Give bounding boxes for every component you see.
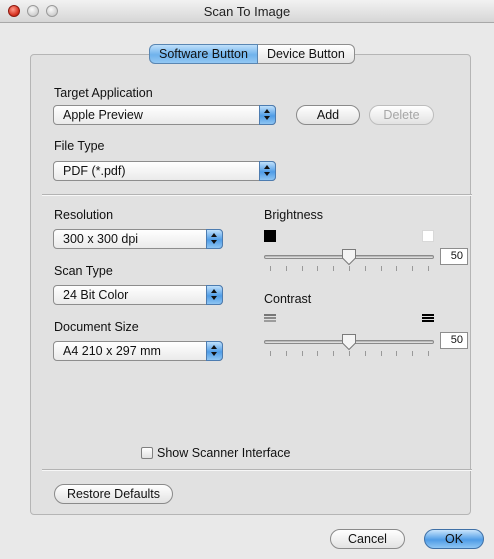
- document-size-value: A4 210 x 297 mm: [63, 344, 161, 358]
- target-application-value: Apple Preview: [63, 108, 143, 122]
- popup-arrows-icon: [259, 161, 276, 181]
- slider-tick: [317, 351, 318, 356]
- brightness-value-field[interactable]: 50: [440, 248, 468, 265]
- delete-button[interactable]: Delete: [369, 105, 434, 125]
- slider-tick: [317, 266, 318, 271]
- restore-defaults-button[interactable]: Restore Defaults: [54, 484, 173, 504]
- contrast-value-field[interactable]: 50: [440, 332, 468, 349]
- divider: [42, 469, 472, 471]
- white-square-icon: [422, 230, 434, 242]
- document-size-label: Document Size: [54, 320, 139, 334]
- slider-tick: [412, 351, 413, 356]
- slider-tick: [286, 351, 287, 356]
- slider-tick: [428, 266, 429, 271]
- slider-tick: [270, 351, 271, 356]
- cancel-button[interactable]: Cancel: [330, 529, 405, 549]
- brightness-slider-ticks: [264, 266, 434, 271]
- add-button[interactable]: Add: [296, 105, 360, 125]
- popup-arrows-icon: [259, 105, 276, 125]
- slider-tick: [396, 351, 397, 356]
- title-bar: Scan To Image: [0, 0, 494, 23]
- contrast-slider-ticks: [264, 351, 434, 356]
- slider-tick: [428, 351, 429, 356]
- slider-tick: [333, 266, 334, 271]
- slider-tick: [302, 266, 303, 271]
- tab-device-button[interactable]: Device Button: [257, 44, 355, 64]
- low-contrast-icon: [264, 314, 276, 325]
- popup-arrows-icon: [206, 285, 223, 305]
- scan-type-value: 24 Bit Color: [63, 288, 129, 302]
- high-contrast-icon: [422, 314, 434, 325]
- tab-bar: Software Button Device Button: [149, 44, 355, 64]
- slider-tick: [381, 351, 382, 356]
- contrast-label: Contrast: [264, 292, 312, 306]
- slider-tick: [365, 351, 366, 356]
- slider-tick: [286, 266, 287, 271]
- slider-tick: [365, 266, 366, 271]
- resolution-popup[interactable]: 300 x 300 dpi: [53, 229, 223, 249]
- black-square-icon: [264, 230, 276, 242]
- target-application-popup[interactable]: Apple Preview: [53, 105, 276, 125]
- slider-tick: [381, 266, 382, 271]
- resolution-label: Resolution: [54, 208, 114, 222]
- divider: [42, 194, 472, 196]
- scan-type-popup[interactable]: 24 Bit Color: [53, 285, 223, 305]
- contrast-slider-thumb[interactable]: [341, 333, 357, 351]
- document-size-popup[interactable]: A4 210 x 297 mm: [53, 341, 223, 361]
- scan-type-label: Scan Type: [54, 264, 113, 278]
- popup-arrows-icon: [206, 341, 223, 361]
- window-title: Scan To Image: [203, 4, 291, 19]
- brightness-label: Brightness: [264, 208, 324, 222]
- slider-tick: [349, 351, 350, 356]
- slider-tick: [412, 266, 413, 271]
- show-scanner-interface-label[interactable]: Show Scanner Interface: [157, 446, 290, 460]
- slider-tick: [270, 266, 271, 271]
- file-type-label: File Type: [54, 139, 105, 153]
- target-application-label: Target Application: [54, 86, 153, 100]
- slider-tick: [333, 351, 334, 356]
- slider-tick: [349, 266, 350, 271]
- file-type-value: PDF (*.pdf): [63, 164, 126, 178]
- ok-button[interactable]: OK: [424, 529, 484, 549]
- slider-tick: [396, 266, 397, 271]
- popup-arrows-icon: [206, 229, 223, 249]
- show-scanner-interface-checkbox[interactable]: [141, 447, 153, 459]
- slider-tick: [302, 351, 303, 356]
- tab-software-button[interactable]: Software Button: [149, 44, 258, 64]
- resolution-value: 300 x 300 dpi: [63, 232, 139, 246]
- brightness-slider-thumb[interactable]: [341, 248, 357, 266]
- file-type-popup[interactable]: PDF (*.pdf): [53, 161, 276, 181]
